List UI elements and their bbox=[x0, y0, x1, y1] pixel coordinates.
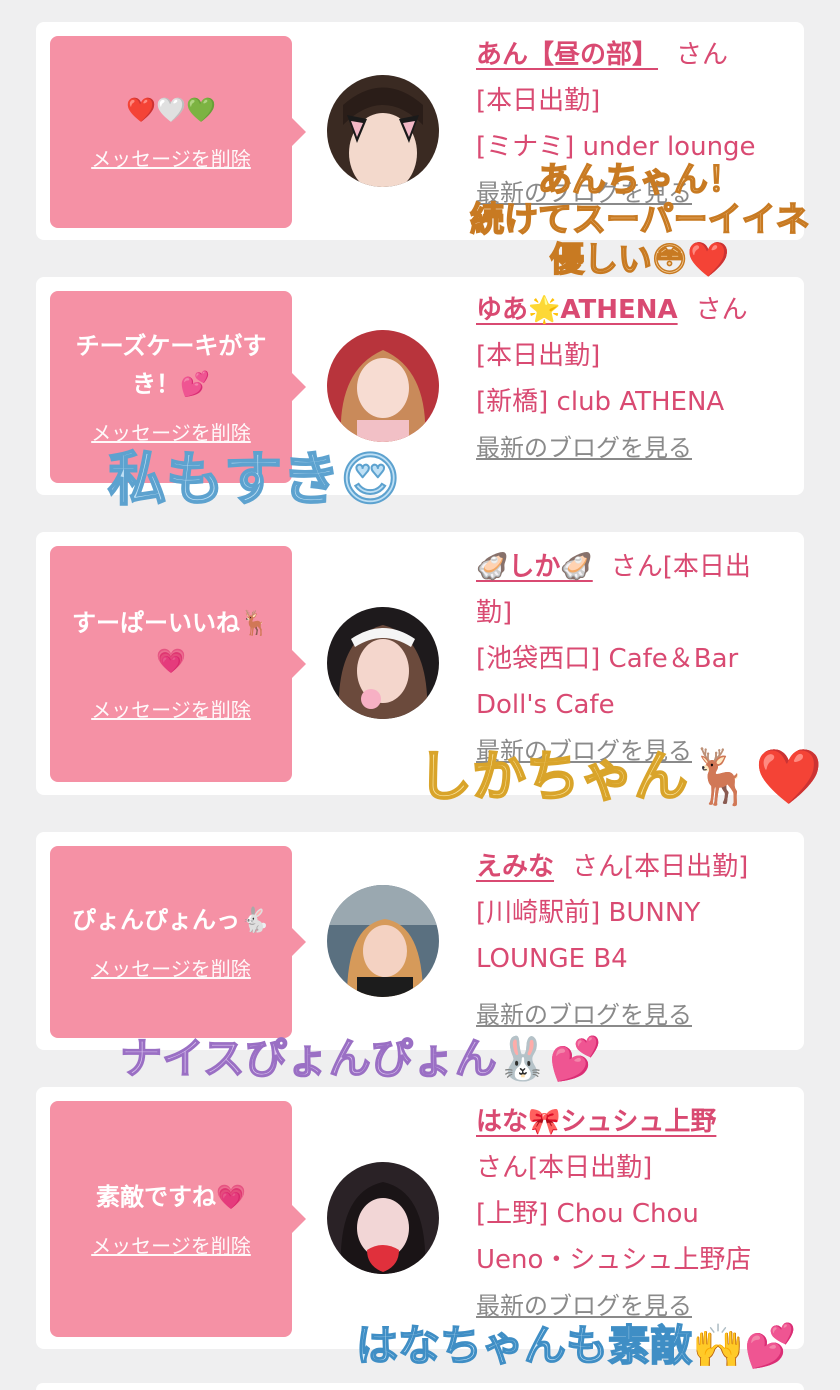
message-bubble: ❤️🤍💚 メッセージを削除 bbox=[50, 36, 306, 228]
shop-name: LOUNGE B4 bbox=[476, 944, 628, 974]
message-card: 素敵ですね💗 メッセージを削除 はな🎀シュシュ上野 さん[本日出勤] [上野] … bbox=[36, 1087, 804, 1349]
cast-info: はな🎀シュシュ上野 さん[本日出勤] [上野] Chou Chou Ueno・シ… bbox=[476, 1099, 796, 1329]
message-text: チーズケーキがすき！💕 bbox=[75, 332, 267, 398]
honorific: さん bbox=[676, 40, 729, 70]
message-text: 素敵ですね💗 bbox=[96, 1182, 246, 1211]
avatar[interactable] bbox=[327, 330, 439, 442]
latest-blog-link[interactable]: 最新のブログを見る bbox=[476, 425, 796, 471]
cast-name-link[interactable]: えみな bbox=[476, 852, 554, 882]
delete-message-link[interactable]: メッセージを削除 bbox=[91, 694, 251, 723]
overlay-line: 続けてスーパーイイネ bbox=[469, 199, 810, 241]
message-text: ❤️🤍💚 bbox=[126, 95, 216, 124]
shop-name-cont: Doll's Cafe bbox=[476, 690, 615, 720]
message-card: ぴょんぴょんっ🐇 メッセージを削除 えみな さん[本日出勤] [川崎駅前] BUN… bbox=[36, 832, 804, 1050]
delete-message-link[interactable]: メッセージを削除 bbox=[91, 1230, 251, 1259]
avatar[interactable] bbox=[327, 607, 439, 719]
overlay-text-an: あんちゃん！ 続けてスーパーイイネ 優しい😳❤️ bbox=[469, 159, 810, 281]
message-text: ぴょんぴょんっ🐇 bbox=[72, 905, 270, 934]
work-status: [本日出勤] bbox=[476, 86, 601, 116]
work-status: [上野] Chou Chou bbox=[476, 1199, 699, 1229]
honorific: さん bbox=[695, 295, 748, 325]
work-status: [本日出勤] bbox=[476, 341, 601, 371]
overlay-line: あんちゃん！ bbox=[537, 159, 742, 201]
cast-name-link[interactable]: ゆあ🌟ATHENA bbox=[476, 295, 678, 325]
shop-name: [新橋] club ATHENA bbox=[476, 387, 725, 417]
shop-name: Ueno・シュシュ上野店 bbox=[476, 1245, 752, 1275]
cast-name-link[interactable]: はな🎀シュシュ上野 bbox=[476, 1107, 716, 1137]
overlay-text-hana: はなちゃんも素敵🙌💕 bbox=[355, 1320, 797, 1371]
honorific: さん[本日出勤] bbox=[476, 1153, 653, 1183]
message-bubble: ぴょんぴょんっ🐇 メッセージを削除 bbox=[50, 846, 306, 1038]
overlay-text-yua: 私もすき😍 bbox=[107, 444, 401, 514]
cast-info: えみな さん[本日出勤] [川崎駅前] BUNNY LOUNGE B4 最新のブロ… bbox=[476, 844, 796, 1038]
overlay-text-shika: しかちゃん🦌❤️ bbox=[417, 744, 823, 809]
shop-name: [池袋西口] Cafe＆Bar bbox=[476, 644, 739, 674]
delete-message-link[interactable]: メッセージを削除 bbox=[91, 143, 251, 172]
next-card-edge bbox=[36, 1383, 804, 1390]
avatar[interactable] bbox=[327, 885, 439, 997]
avatar[interactable] bbox=[327, 75, 439, 187]
work-status: 勤] bbox=[476, 598, 513, 628]
cast-name-link[interactable]: 🦪しか🦪 bbox=[476, 552, 593, 582]
message-bubble: 素敵ですね💗 メッセージを削除 bbox=[50, 1101, 306, 1337]
overlay-line: 優しい😳❤️ bbox=[549, 239, 730, 281]
avatar[interactable] bbox=[327, 1162, 439, 1274]
cast-info: ゆあ🌟ATHENA さん [本日出勤] [新橋] club ATHENA 最新のブ… bbox=[476, 287, 796, 471]
message-text: すーぱーいいね🦌💗 bbox=[72, 609, 270, 675]
honorific: さん[本日出 bbox=[610, 552, 751, 582]
overlay-text-emina: ナイスぴょんぴょん🐰💕 bbox=[119, 1033, 602, 1084]
work-status: [川崎駅前] BUNNY bbox=[476, 898, 701, 928]
message-bubble: すーぱーいいね🦌💗 メッセージを削除 bbox=[50, 546, 306, 782]
delete-message-link[interactable]: メッセージを削除 bbox=[91, 953, 251, 982]
honorific: さん[本日出勤] bbox=[572, 852, 749, 882]
cast-name-link[interactable]: あん【昼の部】 bbox=[476, 40, 658, 70]
